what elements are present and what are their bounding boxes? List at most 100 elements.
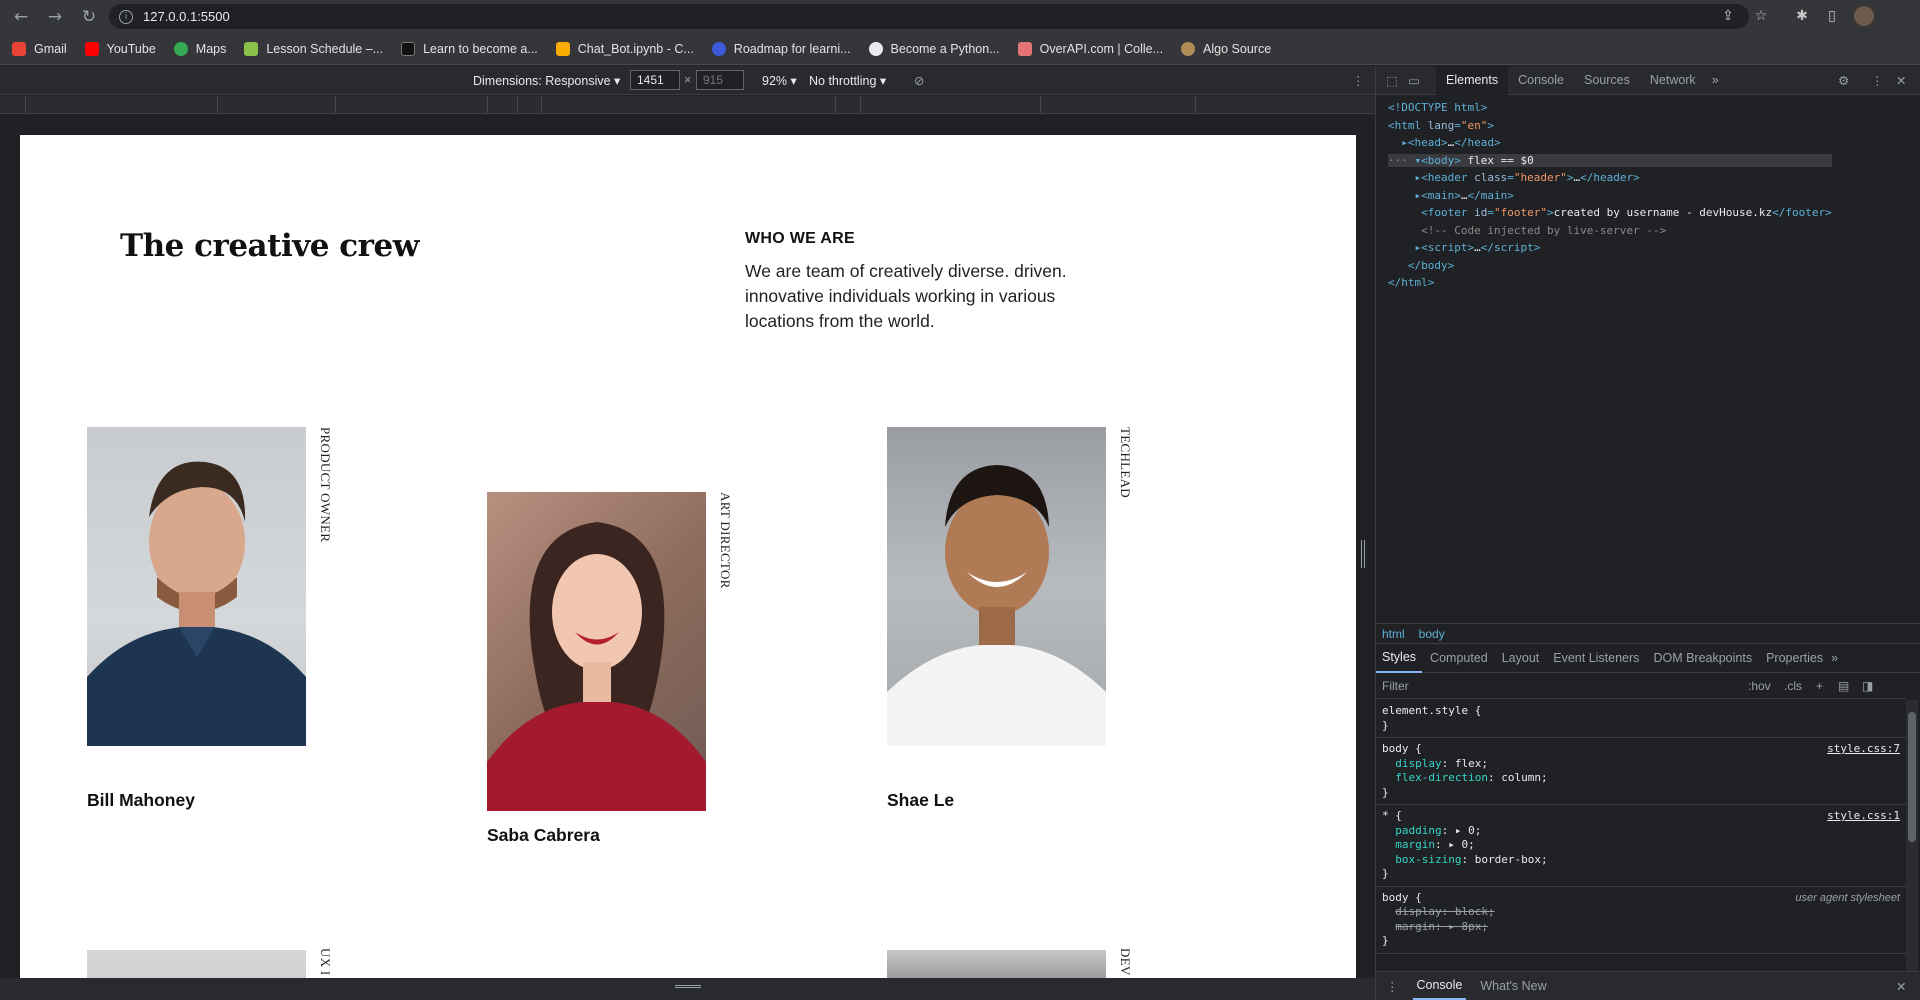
devtools-menu-icon[interactable]: ⋮ [1871, 73, 1884, 88]
maps-icon [173, 41, 188, 56]
algo-icon [1181, 41, 1196, 56]
tab-styles[interactable]: Styles [1376, 644, 1423, 673]
height-input[interactable]: 915 [696, 70, 744, 90]
roadmap-icon [711, 41, 726, 56]
bookmark-roadmap[interactable]: Roadmap for learni... [711, 41, 851, 56]
lesson-icon [244, 41, 259, 56]
settings-icon[interactable]: ⚙ [1838, 73, 1849, 88]
bookmark-star-icon[interactable]: ☆ [1751, 6, 1771, 26]
tab-elements[interactable]: Elements [1436, 65, 1509, 95]
crumb-body[interactable]: body [1419, 627, 1445, 641]
zoom-dropdown[interactable]: 92% ▾ [762, 73, 797, 88]
page-viewport: The creative crew WHO WE ARE We are team… [20, 135, 1356, 978]
width-input[interactable]: 1451 [630, 70, 680, 90]
member-name: Saba Cabrera [487, 825, 600, 845]
sidebar-toggle-icon[interactable]: ◨ [1862, 679, 1873, 693]
member-role: PRODUCT OWNER [318, 427, 333, 543]
hov-toggle[interactable]: :hov [1748, 679, 1771, 693]
style-rules: element.style {} body {style.css:7 displ… [1376, 700, 1906, 954]
member-photo-partial [887, 950, 1106, 978]
rotate-icon[interactable]: ⊘ [914, 73, 924, 88]
python-icon [868, 41, 883, 56]
bookmark-algo-source[interactable]: Algo Source [1181, 41, 1271, 56]
dom-tree[interactable]: <!DOCTYPE html> <html lang="en"> ▸<head>… [1376, 95, 1920, 292]
overapi-icon [1017, 41, 1032, 56]
media-query-ruler[interactable] [0, 96, 1375, 114]
device-toggle-icon[interactable]: ▭ [1408, 73, 1436, 88]
learn-icon [401, 41, 416, 56]
more-style-tabs-icon[interactable]: » [1831, 651, 1838, 665]
tab-properties[interactable]: Properties [1760, 644, 1829, 673]
rule-element-style[interactable]: element.style {} [1376, 700, 1906, 738]
extensions-icon[interactable]: ✱ [1792, 6, 1812, 26]
reload-icon[interactable]: ↻ [76, 4, 102, 30]
side-panel-icon[interactable]: ▯ [1822, 6, 1842, 26]
bookmark-python[interactable]: Become a Python... [868, 41, 1000, 56]
device-toolbar: Dimensions: Responsive ▾ 1451 × 915 92% … [0, 66, 1375, 95]
bookmark-youtube[interactable]: YouTube [84, 41, 156, 56]
bookmark-lesson-schedule[interactable]: Lesson Schedule –... [244, 41, 383, 56]
inspect-icon[interactable]: ⬚ [1386, 73, 1408, 88]
profile-avatar[interactable] [1854, 6, 1874, 26]
side-resize-handle[interactable] [1361, 540, 1365, 568]
site-info-icon[interactable]: i [119, 9, 133, 24]
more-tabs-icon[interactable]: » [1712, 73, 1719, 87]
rule-user-agent[interactable]: body {user agent stylesheet display: blo… [1376, 887, 1906, 954]
colab-icon [555, 41, 570, 56]
styles-filter-input[interactable]: Filter :hov .cls + ▤ ◨ [1376, 674, 1906, 699]
tab-sources[interactable]: Sources [1574, 66, 1640, 95]
devtools-panel: ⬚ ▭ Elements Console Sources Network » ⚙… [1375, 65, 1920, 1000]
youtube-icon [84, 41, 99, 56]
resize-handle[interactable] [675, 985, 701, 988]
dimensions-dropdown[interactable]: Dimensions: Responsive ▾ [473, 73, 620, 88]
close-icon[interactable]: ✕ [1896, 73, 1906, 88]
page-title: The creative crew [120, 228, 419, 264]
browser-toolbar: ← → ↻ i 127.0.0.1:5500 ⇪ ☆ ✱ ▯ [0, 0, 1920, 33]
member-name: Shae Le [887, 790, 955, 810]
styles-tabs: Styles Computed Layout Event Listeners D… [1376, 644, 1920, 673]
url-text[interactable]: 127.0.0.1:5500 [143, 9, 230, 24]
drawer-close-icon[interactable]: ✕ [1896, 979, 1906, 994]
share-icon[interactable]: ⇪ [1718, 6, 1738, 26]
bookmark-learn[interactable]: Learn to become a... [401, 41, 538, 56]
breadcrumb: html body [1376, 623, 1920, 644]
bookmark-overapi[interactable]: OverAPI.com | Colle... [1017, 41, 1163, 56]
member-photo [87, 427, 306, 746]
address-bar[interactable]: i 127.0.0.1:5500 [109, 4, 1749, 29]
tab-computed[interactable]: Computed [1424, 644, 1494, 673]
tab-event-listeners[interactable]: Event Listeners [1547, 644, 1645, 673]
viewport-resize-bar[interactable] [0, 978, 1375, 1000]
forward-icon[interactable]: → [42, 4, 68, 30]
rule-body[interactable]: body {style.css:7 display: flex; flex-di… [1376, 738, 1906, 805]
tab-console[interactable]: Console [1508, 66, 1574, 95]
who-we-are-text: We are team of creatively diverse. drive… [745, 261, 1067, 331]
drawer-tab-console[interactable]: Console [1412, 972, 1467, 1000]
styles-scrollbar[interactable] [1906, 700, 1918, 990]
devtools-tabs: ⬚ ▭ Elements Console Sources Network » ⚙… [1376, 65, 1920, 95]
tab-layout[interactable]: Layout [1496, 644, 1546, 673]
member-photo [887, 427, 1106, 746]
bookmark-gmail[interactable]: Gmail [12, 41, 67, 56]
member-role: ART DIRECTOR [718, 492, 733, 589]
who-we-are-heading: WHO WE ARE [745, 230, 855, 247]
more-options-icon[interactable]: ⋮ [1352, 73, 1365, 88]
gmail-icon [12, 41, 26, 56]
back-icon[interactable]: ← [8, 4, 34, 30]
new-rule-icon[interactable]: + [1816, 679, 1823, 693]
print-icon[interactable]: ▤ [1838, 679, 1849, 693]
member-photo-partial [87, 950, 306, 978]
member-name: Bill Mahoney [87, 790, 195, 810]
tab-network[interactable]: Network [1640, 66, 1706, 95]
bookmark-chatbot[interactable]: Chat_Bot.ipynb - C... [555, 41, 694, 56]
crumb-html[interactable]: html [1382, 627, 1405, 641]
member-role-partial: DEV [1118, 948, 1133, 976]
member-role: TECHLEAD [1118, 427, 1133, 498]
drawer-menu-icon[interactable]: ⋮ [1386, 979, 1399, 994]
throttle-dropdown[interactable]: No throttling ▾ [809, 73, 886, 88]
rule-universal[interactable]: * {style.css:1 padding: ▸ 0; margin: ▸ 0… [1376, 805, 1906, 887]
bookmark-maps[interactable]: Maps [173, 41, 226, 56]
cls-toggle[interactable]: .cls [1784, 679, 1802, 693]
console-drawer: ⋮ Console What's New ✕ [1376, 971, 1920, 1000]
tab-dom-breakpoints[interactable]: DOM Breakpoints [1647, 644, 1758, 673]
drawer-tab-whats-new[interactable]: What's New [1480, 979, 1546, 993]
